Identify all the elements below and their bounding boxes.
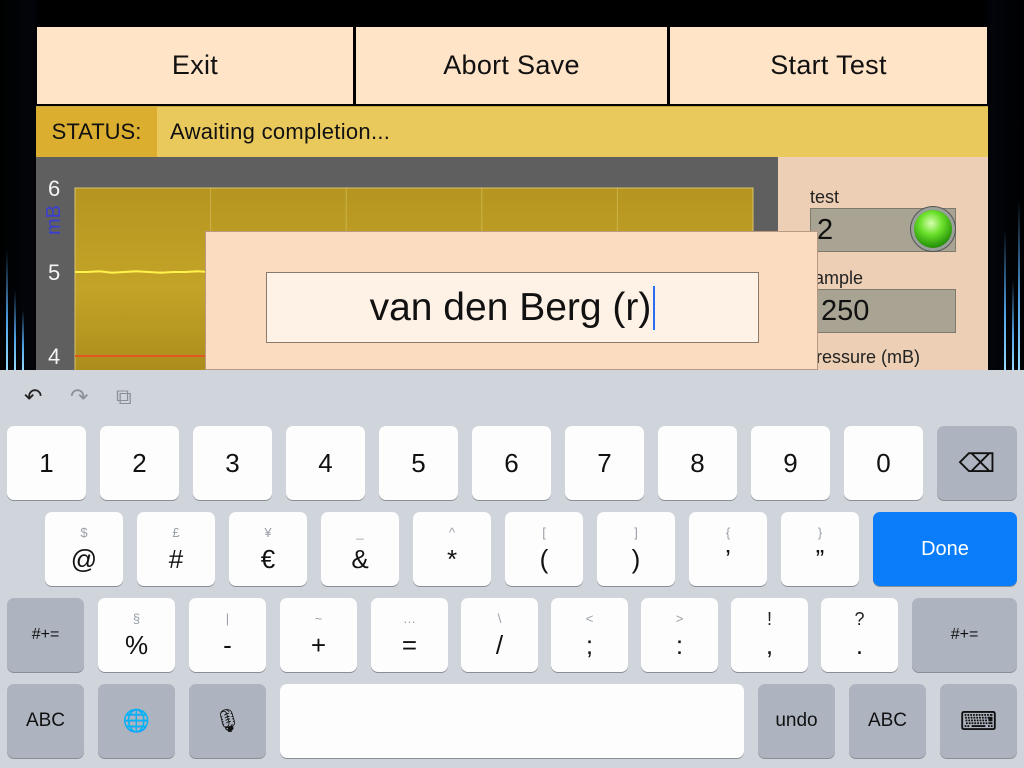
y-axis-label: mB <box>43 205 65 235</box>
key-quote[interactable]: }” <box>781 512 859 586</box>
key-hash[interactable]: £ # <box>137 512 215 586</box>
key-0[interactable]: 0 <box>844 426 923 500</box>
text-caret <box>653 285 656 330</box>
key-3[interactable]: 3 <box>193 426 272 500</box>
onscreen-keyboard: ↶ ↷ ⧉ 1 2 3 4 5 6 7 8 9 0 ⌫ $ @ £ # ¥ € _ & … <box>0 370 1024 768</box>
key-8[interactable]: 8 <box>658 426 737 500</box>
key-2[interactable]: 2 <box>100 426 179 500</box>
y-tick-label: 6 <box>48 176 60 201</box>
key-9[interactable]: 9 <box>751 426 830 500</box>
dictation-key[interactable]: 🎙 <box>189 684 266 758</box>
start-test-button[interactable]: Start Test <box>670 27 987 104</box>
abc-key-right[interactable]: ABC <box>849 684 926 758</box>
paste-icon[interactable]: ⧉ <box>116 385 132 410</box>
microphone-icon: 🎙 <box>213 708 242 733</box>
redo-icon[interactable]: ↷ <box>70 385 88 410</box>
name-input-text: van den Berg (r) <box>369 285 652 329</box>
key-4[interactable]: 4 <box>286 426 365 500</box>
sample-label: ample <box>814 268 864 288</box>
abort-save-button[interactable]: Abort Save <box>356 27 667 104</box>
undo-icon[interactable]: ↶ <box>24 385 42 410</box>
key-colon[interactable]: >: <box>641 598 718 672</box>
symbols-key-left[interactable]: #+= <box>7 598 84 672</box>
hide-keyboard-icon: ⌨ <box>959 706 998 736</box>
name-input[interactable]: van den Berg (r) <box>266 272 759 343</box>
key-ampersand[interactable]: _ & <box>321 512 399 586</box>
key-semicolon[interactable]: <; <box>551 598 628 672</box>
test-value: 2 <box>817 213 834 246</box>
y-tick-label: 4 <box>48 344 60 369</box>
sample-value: 250 <box>821 294 870 327</box>
exit-button[interactable]: Exit <box>37 27 353 104</box>
key-6[interactable]: 6 <box>472 426 551 500</box>
y-tick-label: 5 <box>48 260 60 285</box>
space-key[interactable] <box>280 684 744 758</box>
key-5[interactable]: 5 <box>379 426 458 500</box>
abc-key-left[interactable]: ABC <box>7 684 84 758</box>
key-period[interactable]: ?. <box>821 598 898 672</box>
key-comma[interactable]: !, <box>731 598 808 672</box>
key-7[interactable]: 7 <box>565 426 644 500</box>
globe-key[interactable]: 🌐 <box>98 684 175 758</box>
status-label: STATUS: <box>36 107 157 157</box>
undo-key[interactable]: undo <box>758 684 835 758</box>
key-equals[interactable]: … = <box>371 598 448 672</box>
toolbar: Exit Abort Save Start Test <box>36 26 988 106</box>
backspace-key[interactable]: ⌫ <box>937 426 1017 500</box>
status-bar: STATUS: Awaiting completion... <box>36 106 988 157</box>
sample-field[interactable]: 250 <box>814 289 956 333</box>
key-apostrophe[interactable]: {’ <box>689 512 767 586</box>
key-close-paren[interactable]: ]) <box>597 512 675 586</box>
backspace-icon: ⌫ <box>958 448 996 478</box>
status-text: Awaiting completion... <box>170 119 391 144</box>
key-minus[interactable]: | - <box>189 598 266 672</box>
key-slash[interactable]: \ / <box>461 598 538 672</box>
test-label: test <box>810 187 840 207</box>
name-entry-dialog: van den Berg (r) <box>205 231 818 370</box>
key-open-paren[interactable]: [( <box>505 512 583 586</box>
status-led-icon <box>914 210 952 248</box>
key-at[interactable]: $ @ <box>45 512 123 586</box>
pressure-label: ressure (mB) <box>816 347 921 367</box>
key-asterisk[interactable]: ^ * <box>413 512 491 586</box>
hide-keyboard-key[interactable]: ⌨ <box>940 684 1017 758</box>
key-percent[interactable]: §% <box>98 598 175 672</box>
keyboard-toolbar: ↶ ↷ ⧉ <box>0 370 1024 426</box>
done-key[interactable]: Done <box>873 512 1017 586</box>
key-euro[interactable]: ¥ € <box>229 512 307 586</box>
key-plus[interactable]: ~ + <box>280 598 357 672</box>
symbols-key-right[interactable]: #+= <box>912 598 1017 672</box>
key-1[interactable]: 1 <box>7 426 86 500</box>
globe-icon: 🌐 <box>122 708 151 733</box>
